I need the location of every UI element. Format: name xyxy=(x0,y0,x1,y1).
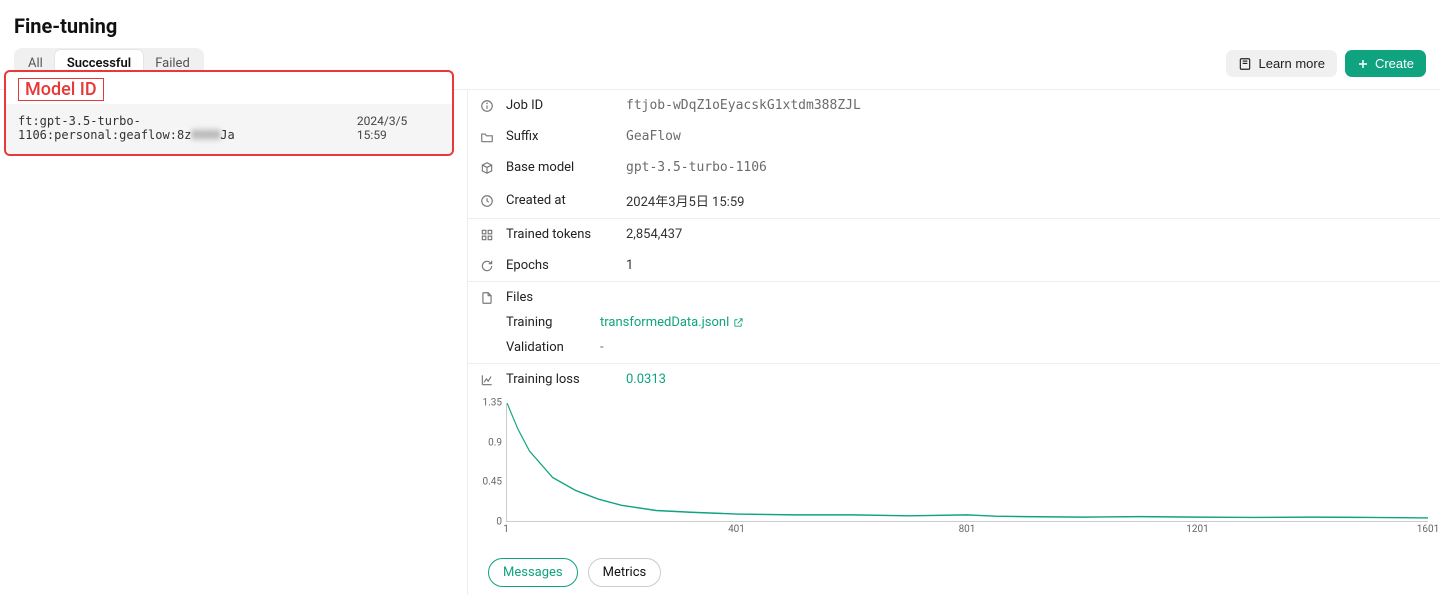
external-link-icon xyxy=(733,317,744,328)
create-label: Create xyxy=(1375,56,1414,71)
clock-icon xyxy=(480,194,494,208)
created-at-label: Created at xyxy=(506,193,626,208)
base-model-label: Base model xyxy=(506,160,626,175)
folder-icon xyxy=(480,130,494,144)
cube-icon xyxy=(480,161,494,175)
y-tick: 1.35 xyxy=(483,398,503,409)
plus-icon xyxy=(1357,58,1369,70)
trained-tokens-value: 2,854,437 xyxy=(626,227,682,242)
file-icon xyxy=(480,291,494,305)
y-tick: 0 xyxy=(496,517,502,528)
list-item-date: 2024/3/5 15:59 xyxy=(357,114,440,142)
learn-more-label: Learn more xyxy=(1258,56,1324,71)
x-tick: 401 xyxy=(728,524,745,535)
model-id-text: ft:gpt-3.5-turbo-1106:personal:geaflow:8… xyxy=(18,114,357,142)
tokens-icon xyxy=(480,228,494,242)
training-loss-chart: 1.35 0.9 0.45 0 1 401 xyxy=(468,395,1440,538)
info-icon xyxy=(480,99,494,113)
training-file-name: transformedData.jsonl xyxy=(600,315,729,330)
suffix-label: Suffix xyxy=(506,129,626,144)
trained-tokens-label: Trained tokens xyxy=(506,227,626,242)
y-tick: 0.9 xyxy=(488,437,502,448)
model-id-blurred: XXXX xyxy=(191,128,220,142)
x-tick: 1 xyxy=(503,524,509,535)
model-id-part-b: Ja xyxy=(220,128,234,142)
learn-more-button[interactable]: Learn more xyxy=(1226,50,1336,77)
epochs-value: 1 xyxy=(626,258,633,273)
suffix-value: GeaFlow xyxy=(626,129,681,144)
subtab-metrics[interactable]: Metrics xyxy=(588,558,662,587)
training-loss-value: 0.0313 xyxy=(626,372,666,387)
subtab-messages[interactable]: Messages xyxy=(488,558,578,587)
job-id-label: Job ID xyxy=(506,98,626,113)
created-at-value: 2024年3月5日 15:59 xyxy=(626,191,744,210)
book-icon xyxy=(1238,57,1252,71)
base-model-value: gpt-3.5-turbo-1106 xyxy=(626,160,767,175)
epochs-label: Epochs xyxy=(506,258,626,273)
files-label: Files xyxy=(506,290,626,305)
job-id-value: ftjob-wDqZ1oEyacskG1xtdm388ZJL xyxy=(626,98,861,113)
create-button[interactable]: Create xyxy=(1345,50,1426,77)
training-loss-label: Training loss xyxy=(506,372,626,387)
model-id-annotation: Model ID ft:gpt-3.5-turbo-1106:personal:… xyxy=(4,70,454,156)
x-tick: 1601 xyxy=(1417,524,1439,535)
page-title: Fine-tuning xyxy=(14,14,1426,38)
training-file-label: Training xyxy=(480,315,600,330)
y-tick: 0.45 xyxy=(483,477,503,488)
model-id-part-a: ft:gpt-3.5-turbo-1106:personal:geaflow:8… xyxy=(18,114,191,142)
chart-icon xyxy=(480,373,494,387)
annotation-label: Model ID xyxy=(18,78,104,101)
x-tick: 1201 xyxy=(1186,524,1208,535)
refresh-icon xyxy=(480,259,494,273)
training-file-link[interactable]: transformedData.jsonl xyxy=(600,315,744,330)
validation-file-value: - xyxy=(600,340,604,355)
finetune-list-item[interactable]: ft:gpt-3.5-turbo-1106:personal:geaflow:8… xyxy=(6,104,452,154)
loss-line xyxy=(507,403,1428,521)
validation-file-label: Validation xyxy=(480,340,600,355)
x-tick: 801 xyxy=(959,524,976,535)
